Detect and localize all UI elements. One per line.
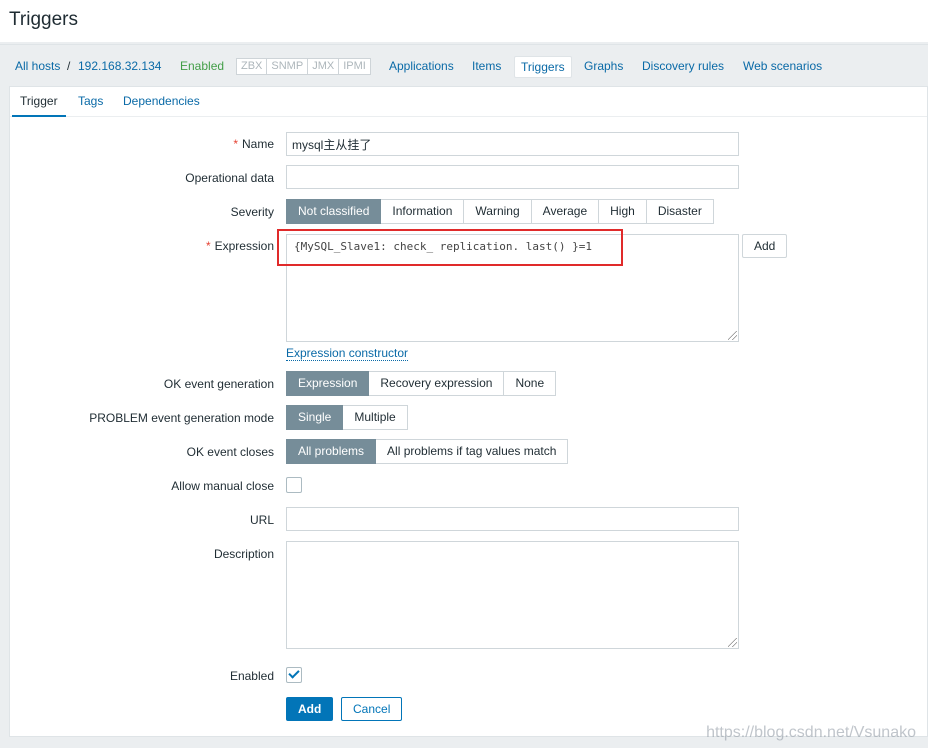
resize-grip-icon[interactable]	[728, 638, 737, 647]
page-header	[0, 0, 928, 42]
url-label: URL	[249, 513, 274, 527]
severity-average[interactable]: Average	[531, 199, 600, 224]
enabled-label: Enabled	[229, 669, 274, 683]
severity-high[interactable]: High	[599, 199, 647, 224]
ok-generation-recovery-expression[interactable]: Recovery expression	[369, 371, 505, 396]
host-status-enabled: Enabled	[180, 59, 225, 73]
tab-dependencies[interactable]: Dependencies	[115, 87, 208, 117]
allow-manual-close-label: Allow manual close	[171, 479, 274, 493]
expression-add-button[interactable]: Add	[742, 234, 788, 258]
discovery-rules-link[interactable]: Discovery rules	[642, 45, 724, 87]
form-tabs: Trigger Tags Dependencies	[10, 87, 927, 117]
severity-warning[interactable]: Warning	[464, 199, 532, 224]
host-navigation: All hosts / 192.168.32.134 Enabled ZBX S…	[0, 44, 928, 86]
operational-data-input[interactable]	[286, 165, 739, 189]
graphs-link[interactable]: Graphs	[584, 45, 623, 87]
annotation-highlight-box	[277, 229, 623, 266]
add-button[interactable]: Add	[286, 697, 334, 721]
operational-data-label: Operational data	[185, 171, 274, 185]
severity-selector: Not classified Information Warning Avera…	[286, 199, 714, 224]
enabled-checkbox[interactable]	[286, 667, 302, 683]
problem-mode-label: PROBLEM event generation mode	[89, 411, 274, 425]
expression-label: * Expression	[205, 239, 274, 253]
name-input[interactable]	[286, 132, 739, 156]
ok-generation-expression[interactable]: Expression	[286, 371, 370, 396]
ok-event-generation-label: OK event generation	[163, 377, 274, 391]
resize-grip-icon[interactable]	[728, 331, 737, 340]
ok-closes-tag-match[interactable]: All problems if tag values match	[376, 439, 569, 464]
ipmi-indicator: IPMI	[343, 60, 366, 72]
required-marker: *	[233, 137, 238, 151]
ok-closes-all-problems[interactable]: All problems	[286, 439, 377, 464]
items-link[interactable]: Items	[472, 45, 501, 87]
page-title: Triggers	[9, 9, 78, 30]
ok-event-closes-selector: All problems All problems if tag values …	[286, 439, 569, 464]
ok-event-closes-label: OK event closes	[186, 445, 274, 459]
watermark: https://blog.csdn.net/Vsunako	[706, 724, 916, 741]
url-input[interactable]	[286, 507, 739, 531]
description-textarea[interactable]	[286, 541, 739, 649]
problem-mode-multiple[interactable]: Multiple	[343, 405, 408, 430]
problem-mode-single[interactable]: Single	[286, 405, 344, 430]
snmp-indicator: SNMP	[267, 59, 309, 74]
zbx-indicator: ZBX	[237, 59, 268, 74]
checkmark-icon	[288, 667, 300, 679]
severity-label: Severity	[230, 205, 274, 219]
expression-constructor-link[interactable]: Expression constructor	[286, 346, 409, 361]
description-label: Description	[213, 547, 274, 561]
trigger-form-panel: Trigger Tags Dependencies *Name Operatio…	[9, 86, 928, 737]
ok-event-generation-selector: Expression Recovery expression None	[286, 371, 557, 396]
tab-tags[interactable]: Tags	[70, 87, 111, 117]
allow-manual-close-checkbox[interactable]	[286, 477, 302, 493]
all-hosts-link[interactable]: All hosts	[15, 45, 60, 87]
web-scenarios-link[interactable]: Web scenarios	[743, 45, 822, 87]
required-marker: *	[205, 239, 211, 253]
jmx-indicator: JMX	[308, 59, 340, 74]
tab-trigger[interactable]: Trigger	[12, 87, 66, 117]
severity-information[interactable]: Information	[381, 199, 465, 224]
availability-indicators: ZBX SNMP JMX IPMI	[236, 58, 371, 75]
ok-generation-none[interactable]: None	[504, 371, 557, 396]
name-label: * Name	[233, 137, 274, 151]
severity-disaster[interactable]: Disaster	[646, 199, 714, 224]
host-link[interactable]: 192.168.32.134	[78, 45, 161, 87]
applications-link[interactable]: Applications	[389, 45, 454, 87]
triggers-link[interactable]: Triggers	[514, 56, 572, 78]
problem-mode-selector: Single Multiple	[286, 405, 408, 430]
breadcrumb-separator: /	[67, 59, 71, 73]
severity-not-classified[interactable]: Not classified	[286, 199, 382, 224]
cancel-button[interactable]: Cancel	[341, 697, 403, 721]
